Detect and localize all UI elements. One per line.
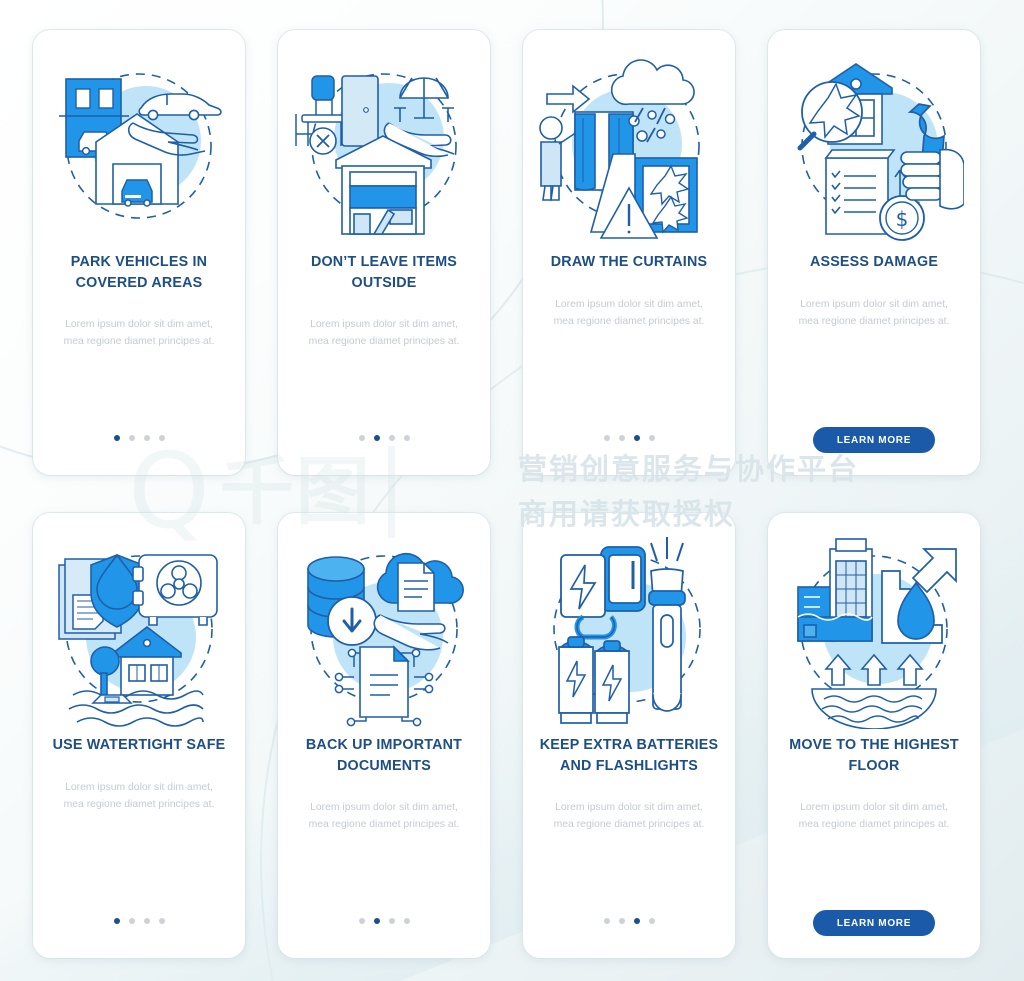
- pagination-dot[interactable]: [358, 435, 365, 441]
- powerbank-batteries-flashlight-icon: [539, 529, 719, 729]
- pagination-dot[interactable]: [388, 918, 395, 924]
- furniture-umbrella-garage-icon: [294, 46, 474, 246]
- house-magnifier-wrench-dollar-icon: $: [784, 46, 964, 246]
- svg-text:$: $: [896, 207, 909, 231]
- pagination-dot[interactable]: [358, 918, 365, 924]
- pagination-dot[interactable]: [128, 918, 135, 924]
- onboarding-card-back-up-documents[interactable]: BACK UP IMPORTANT DOCUMENTS Lorem ipsum …: [278, 513, 490, 958]
- safe-shield-flooded-house-icon: [49, 529, 229, 729]
- card-title: KEEP EXTRA BATTERIES AND FLASHLIGHTS: [539, 737, 719, 774]
- onboarding-card-move-to-highest-floor[interactable]: MOVE TO THE HIGHEST FLOOR Lorem ipsum do…: [768, 513, 980, 958]
- pagination-dot[interactable]: [388, 435, 395, 441]
- card-body-text: Lorem ipsum dolor sit dim amet, mea regi…: [798, 298, 950, 327]
- card-body-text: Lorem ipsum dolor sit dim amet, mea regi…: [798, 802, 950, 831]
- pagination-dots[interactable]: [33, 435, 245, 441]
- learn-more-button[interactable]: LEARN MORE: [813, 910, 935, 936]
- pagination-dot[interactable]: [373, 918, 380, 924]
- pagination-dot[interactable]: [603, 435, 610, 441]
- card-title: USE WATERTIGHT SAFE: [52, 737, 226, 753]
- database-cloud-document-backup-icon: [294, 529, 474, 729]
- building-flood-stairs-arrow-icon: [784, 529, 964, 729]
- card-body-text: Lorem ipsum dolor sit dim amet, mea regi…: [553, 802, 705, 831]
- pagination-dots[interactable]: [523, 918, 735, 924]
- card-title: BACK UP IMPORTANT DOCUMENTS: [305, 737, 463, 774]
- pagination-dot[interactable]: [143, 435, 150, 441]
- pagination-dots[interactable]: [278, 435, 490, 441]
- pagination-dot[interactable]: [618, 918, 625, 924]
- card-title: ASSESS DAMAGE: [809, 254, 939, 270]
- pagination-dots[interactable]: [278, 918, 490, 924]
- card-body-text: Lorem ipsum dolor sit dim amet, mea regi…: [553, 298, 705, 327]
- pagination-dot[interactable]: [113, 435, 120, 441]
- card-body-text: Lorem ipsum dolor sit dim amet, mea regi…: [63, 319, 215, 348]
- pagination-dot[interactable]: [158, 435, 165, 441]
- onboarding-card-use-watertight-safe[interactable]: USE WATERTIGHT SAFE Lorem ipsum dolor si…: [33, 513, 245, 958]
- card-title: PARK VEHICLES IN COVERED AREAS: [70, 254, 208, 291]
- card-body-text: Lorem ipsum dolor sit dim amet, mea regi…: [63, 781, 215, 810]
- pagination-dot[interactable]: [403, 918, 410, 924]
- pagination-dot[interactable]: [113, 918, 120, 924]
- pagination-dot[interactable]: [633, 435, 640, 441]
- pagination-dot[interactable]: [648, 435, 655, 441]
- pagination-dot[interactable]: [373, 435, 380, 441]
- card-title: DON’T LEAVE ITEMS OUTSIDE: [310, 254, 458, 291]
- pagination-dot[interactable]: [158, 918, 165, 924]
- card-title: MOVE TO THE HIGHEST FLOOR: [789, 737, 959, 774]
- pagination-dot[interactable]: [603, 918, 610, 924]
- house-garage-car-hand-icon: [49, 46, 229, 246]
- pagination-dots[interactable]: [523, 435, 735, 441]
- card-body-text: Lorem ipsum dolor sit dim amet, mea regi…: [308, 802, 460, 831]
- pagination-dot[interactable]: [143, 918, 150, 924]
- card-body-text: Lorem ipsum dolor sit dim amet, mea regi…: [308, 319, 460, 348]
- card-title: DRAW THE CURTAINS: [550, 254, 708, 270]
- onboarding-card-draw-the-curtains[interactable]: DRAW THE CURTAINS Lorem ipsum dolor sit …: [523, 30, 735, 475]
- pagination-dot[interactable]: [403, 435, 410, 441]
- onboarding-card-park-vehicles[interactable]: PARK VEHICLES IN COVERED AREAS Lorem ips…: [33, 30, 245, 475]
- learn-more-button[interactable]: LEARN MORE: [813, 427, 935, 453]
- pagination-dot[interactable]: [618, 435, 625, 441]
- onboarding-card-assess-damage[interactable]: $ ASSESS DAMAGE Lorem ipsum dolor sit di…: [768, 30, 980, 475]
- person-curtain-hail-window-icon: [539, 46, 719, 246]
- onboarding-card-keep-batteries-flashlights[interactable]: KEEP EXTRA BATTERIES AND FLASHLIGHTS Lor…: [523, 513, 735, 958]
- card-grid: PARK VEHICLES IN COVERED AREAS Lorem ips…: [0, 0, 1024, 981]
- onboarding-screens-canvas: PARK VEHICLES IN COVERED AREAS Lorem ips…: [0, 0, 1024, 981]
- onboarding-card-dont-leave-items-outside[interactable]: DON’T LEAVE ITEMS OUTSIDE Lorem ipsum do…: [278, 30, 490, 475]
- pagination-dot[interactable]: [128, 435, 135, 441]
- pagination-dot[interactable]: [633, 918, 640, 924]
- pagination-dots[interactable]: [33, 918, 245, 924]
- pagination-dot[interactable]: [648, 918, 655, 924]
